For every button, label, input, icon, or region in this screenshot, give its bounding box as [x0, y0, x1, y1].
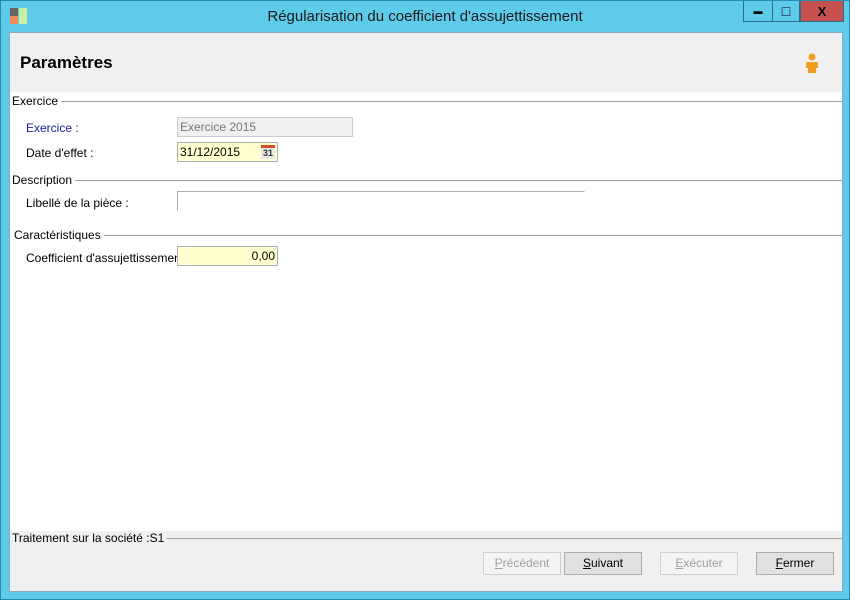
coef-label: Coefficient d'assujettissement :	[26, 251, 191, 265]
precedent-button[interactable]: Précédent	[483, 552, 561, 575]
coef-field[interactable]: 0,00	[177, 246, 278, 266]
section-title: Caractéristiques	[14, 228, 104, 242]
maximize-button[interactable]: □	[772, 1, 800, 22]
date-effet-field[interactable]: 31/12/2015 31	[177, 142, 278, 162]
exercice-field[interactable]: Exercice 2015	[177, 117, 353, 137]
section-exercice: Exercice	[12, 94, 842, 108]
suivant-button[interactable]: Suivant	[564, 552, 642, 575]
dialog-window: Régularisation du coefficient d'assujett…	[0, 0, 850, 600]
section-description: Description	[12, 173, 842, 187]
header-band: Paramètres	[10, 33, 842, 92]
user-icon	[806, 53, 818, 73]
close-button[interactable]: X	[800, 1, 844, 22]
executer-button[interactable]: Exécuter	[660, 552, 738, 575]
calendar-icon[interactable]: 31	[261, 145, 275, 159]
fermer-button[interactable]: Fermer	[756, 552, 834, 575]
libelle-label: Libellé de la pièce :	[26, 196, 129, 210]
page-title: Paramètres	[20, 53, 113, 72]
footer: Traitement sur la société :S1 Précédent …	[10, 531, 842, 591]
section-title: Exercice	[12, 94, 62, 108]
status-group: Traitement sur la société :S1	[12, 531, 842, 545]
date-value: 31/12/2015	[180, 145, 241, 159]
minimize-button[interactable]: ▬	[743, 1, 773, 22]
dialog-client: Paramètres Exercice Exercice : Exercice …	[9, 32, 843, 592]
date-effet-label: Date d'effet :	[26, 146, 94, 160]
libelle-field[interactable]	[177, 191, 585, 211]
section-title: Description	[12, 173, 76, 187]
title-bar[interactable]: Régularisation du coefficient d'assujett…	[1, 1, 849, 31]
status-text: Traitement sur la société :S1	[12, 531, 168, 545]
section-caracteristiques: Caractéristiques	[14, 228, 842, 242]
exercice-label: Exercice :	[26, 121, 79, 135]
window-title: Régularisation du coefficient d'assujett…	[267, 8, 583, 25]
